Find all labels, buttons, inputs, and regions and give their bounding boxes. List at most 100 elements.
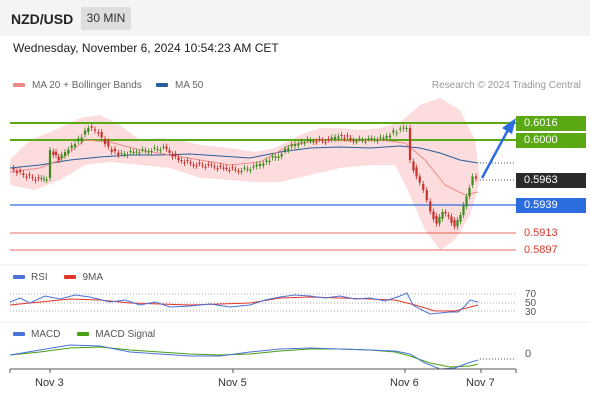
- last-price-tag: 0.5963: [516, 173, 586, 188]
- candle-body: [144, 150, 147, 152]
- candle-body: [297, 143, 300, 146]
- candle-body: [432, 211, 435, 219]
- candle-body: [192, 164, 195, 166]
- candle-body: [277, 156, 280, 158]
- candle-body: [103, 138, 107, 145]
- candle-body: [42, 178, 46, 180]
- candle-body: [90, 126, 93, 128]
- candle-body: [195, 165, 198, 167]
- candle-body: [37, 177, 40, 179]
- candle-body: [207, 164, 210, 166]
- candle-body: [306, 139, 309, 141]
- candle-body: [231, 167, 234, 169]
- candle-body: [435, 216, 438, 224]
- candle-body: [459, 215, 462, 222]
- support-1-tag: 0.5913: [524, 227, 558, 239]
- candle-body: [333, 137, 337, 139]
- candle-body: [255, 164, 258, 167]
- candle-body: [123, 153, 126, 155]
- candle-body: [283, 148, 287, 152]
- candle-body: [156, 148, 159, 150]
- candle-body: [453, 220, 456, 227]
- price-chart: [0, 98, 590, 373]
- candle-body: [456, 220, 459, 227]
- candle-body: [309, 140, 312, 142]
- candle-body: [447, 215, 450, 217]
- candle-body: [240, 171, 243, 173]
- candle-body: [171, 154, 174, 157]
- candle-body: [373, 139, 376, 141]
- candle-body: [318, 138, 321, 140]
- candle-body: [290, 144, 293, 147]
- candle-body: [471, 176, 474, 185]
- candle-body: [352, 140, 355, 142]
- candle-body: [346, 135, 349, 137]
- candle-body: [228, 169, 231, 171]
- candle-body: [340, 135, 343, 136]
- candle-body: [265, 160, 268, 162]
- candle-body: [450, 216, 453, 223]
- candle-body: [183, 162, 186, 164]
- candle-body: [370, 138, 373, 140]
- resistance-1-tag: 0.6000: [516, 133, 586, 148]
- candle-body: [402, 127, 405, 129]
- rsi-label: RSI: [31, 272, 48, 283]
- rsi-legend: RSI 9MA: [13, 272, 103, 283]
- candle-body: [67, 149, 70, 154]
- candle-body: [117, 152, 120, 155]
- x-label-nov7: Nov 7: [466, 377, 495, 389]
- macd-zero-label: 0: [525, 348, 532, 360]
- candle-body: [246, 168, 249, 170]
- candle-body: [63, 152, 67, 156]
- candle-body: [364, 141, 367, 143]
- candle-body: [174, 153, 177, 157]
- candle-body: [425, 190, 428, 200]
- projection-arrow: [480, 129, 510, 179]
- macd-label: MACD: [31, 329, 61, 340]
- candle-body: [216, 168, 219, 170]
- candle-body: [52, 151, 55, 155]
- candle-body: [198, 162, 201, 164]
- candle-body: [303, 142, 306, 144]
- candle-body: [367, 138, 370, 140]
- candle-body: [219, 165, 222, 167]
- candle-body: [153, 147, 156, 149]
- candle-body: [135, 151, 138, 153]
- candle-body: [25, 176, 28, 178]
- candle-body: [355, 141, 358, 143]
- candle-body: [40, 177, 43, 179]
- candle-body: [100, 132, 103, 138]
- candle-body: [444, 212, 447, 214]
- candle-body: [361, 140, 364, 141]
- rsi-ma-line: [9, 296, 479, 312]
- candle-body: [70, 145, 73, 148]
- candle-body: [213, 166, 216, 168]
- candle-body: [385, 136, 388, 138]
- candle-body: [468, 188, 471, 197]
- candle-body: [97, 132, 100, 134]
- candle-body: [129, 151, 132, 153]
- support-2-tag: 0.5897: [524, 244, 558, 256]
- candle-body: [54, 151, 58, 156]
- macd-swatch: [13, 332, 25, 337]
- candle-body: [392, 130, 395, 133]
- candle-body: [358, 138, 361, 140]
- candle-body: [315, 141, 318, 143]
- candle-body: [418, 176, 421, 183]
- candle-body: [415, 167, 418, 177]
- candle-body: [168, 150, 171, 153]
- candle-body: [28, 174, 31, 176]
- candle-body: [262, 163, 265, 166]
- candle-body: [382, 138, 385, 139]
- candle-body: [405, 128, 408, 129]
- candle-body: [465, 196, 468, 207]
- bollinger-band: [10, 98, 480, 250]
- candle-body: [141, 149, 144, 151]
- candle-body: [204, 166, 207, 168]
- candle-body: [189, 162, 192, 164]
- macd-legend: MACD MACD Signal: [13, 329, 155, 340]
- candle-body: [349, 138, 352, 139]
- macd-line: [9, 344, 479, 370]
- candle-body: [210, 164, 213, 166]
- candle-body: [201, 164, 204, 166]
